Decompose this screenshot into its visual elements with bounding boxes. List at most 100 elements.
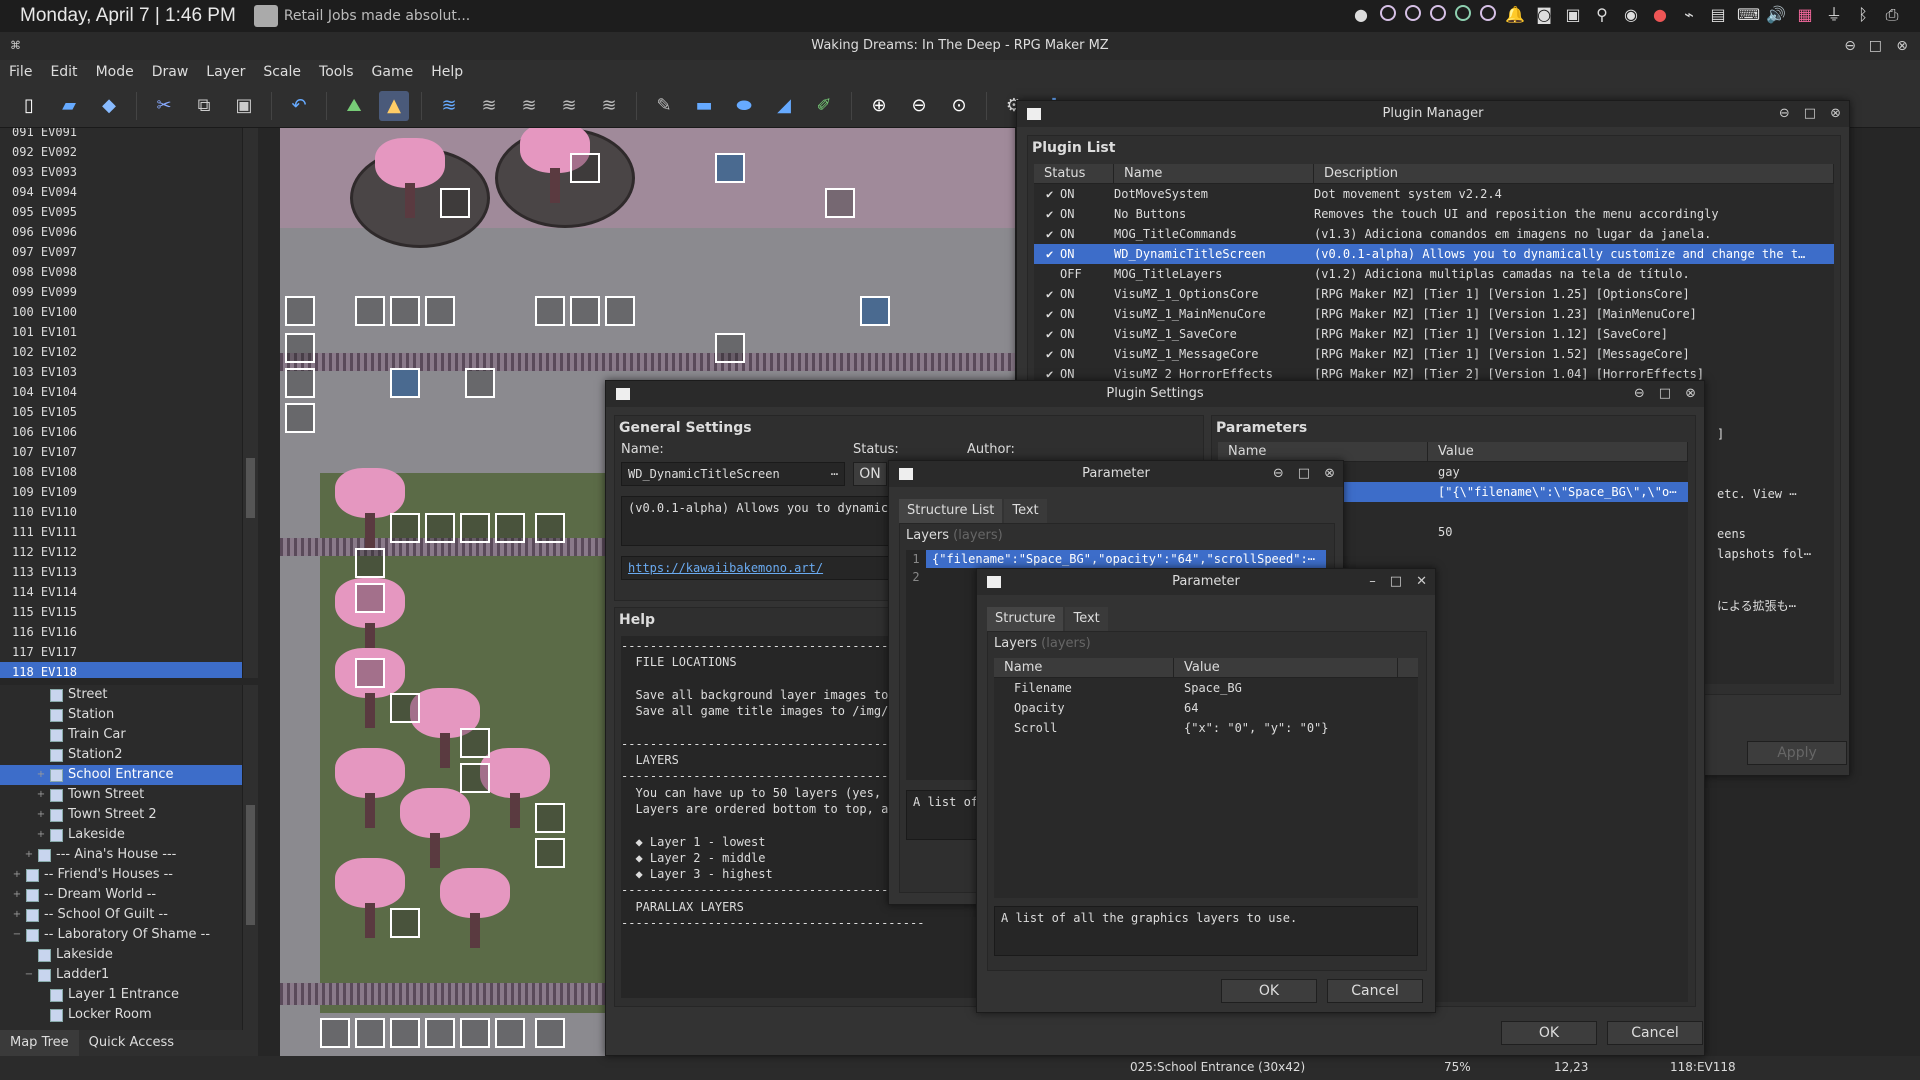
- bell-icon[interactable]: 🔔: [1505, 5, 1525, 25]
- map-event[interactable]: [355, 658, 385, 688]
- event-list-item[interactable]: 095 EV095: [0, 202, 258, 222]
- cancel-button[interactable]: Cancel: [1607, 1021, 1703, 1045]
- expand-toggle-icon[interactable]: +: [36, 825, 46, 845]
- volume-icon[interactable]: 🔊: [1766, 5, 1786, 25]
- map-tree-item[interactable]: Station: [0, 705, 258, 725]
- map-event[interactable]: [535, 838, 565, 868]
- menu-help[interactable]: Help: [422, 60, 472, 84]
- tab-map-tree[interactable]: Map Tree: [0, 1030, 79, 1056]
- map-event[interactable]: [355, 583, 385, 613]
- expand-toggle-icon[interactable]: +: [12, 905, 22, 925]
- map-tree-item[interactable]: + Lakeside: [0, 825, 258, 845]
- layer-d-icon[interactable]: ≋: [554, 91, 584, 121]
- maximize-icon[interactable]: □: [1659, 381, 1671, 407]
- map-event[interactable]: [570, 296, 600, 326]
- event-list-item[interactable]: 110 EV110: [0, 502, 258, 522]
- keyboard-icon[interactable]: ⌨: [1737, 5, 1760, 25]
- ok-button[interactable]: OK: [1501, 1021, 1597, 1045]
- map-tree-item[interactable]: + School Entrance: [0, 765, 258, 785]
- event-list-item[interactable]: 107 EV107: [0, 442, 258, 462]
- map-event[interactable]: [465, 368, 495, 398]
- close-icon[interactable]: ⊗: [1896, 32, 1908, 60]
- plugin-checkbox[interactable]: ✔: [1034, 184, 1060, 204]
- event-list-item[interactable]: 094 EV094: [0, 182, 258, 202]
- map-tree-item[interactable]: Layer 1 Entrance: [0, 985, 258, 1005]
- clock[interactable]: Monday, April 7 | 1:46 PM: [20, 5, 236, 27]
- minimize-icon[interactable]: –: [1369, 569, 1376, 595]
- save-project-icon[interactable]: ◆: [94, 91, 124, 121]
- menu-tools[interactable]: Tools: [310, 60, 363, 84]
- map-event[interactable]: [440, 188, 470, 218]
- map-event[interactable]: [460, 763, 490, 793]
- event-list-item[interactable]: 096 EV096: [0, 222, 258, 242]
- map-event[interactable]: [285, 403, 315, 433]
- map-tree-item[interactable]: + Town Street 2: [0, 805, 258, 825]
- event-list-item[interactable]: 109 EV109: [0, 482, 258, 502]
- menu-game[interactable]: Game: [363, 60, 423, 84]
- tab-structure-list[interactable]: Structure List: [899, 499, 1003, 523]
- plugin-checkbox[interactable]: ✔: [1034, 244, 1060, 264]
- event-list-item[interactable]: 104 EV104: [0, 382, 258, 402]
- map-event[interactable]: [460, 1018, 490, 1048]
- col-param-value[interactable]: Value: [1428, 442, 1688, 461]
- pencil-icon[interactable]: ✎: [649, 91, 679, 121]
- plugin-checkbox[interactable]: ✔: [1034, 224, 1060, 244]
- plugin-checkbox[interactable]: ✔: [1034, 284, 1060, 304]
- map-tree-item[interactable]: − -- Laboratory Of Shame --: [0, 925, 258, 945]
- tab-structure[interactable]: Structure: [987, 607, 1064, 631]
- printer-icon[interactable]: ⎙: [1882, 5, 1902, 25]
- copy-icon[interactable]: ⧉: [189, 91, 219, 121]
- workspace-3-icon[interactable]: [1430, 5, 1446, 21]
- layer-a-icon[interactable]: ≋: [434, 91, 464, 121]
- map-event[interactable]: [425, 296, 455, 326]
- undo-icon[interactable]: ↶: [284, 91, 314, 121]
- map-tree-item[interactable]: + -- School Of Guilt --: [0, 905, 258, 925]
- event-list-item[interactable]: 111 EV111: [0, 522, 258, 542]
- map-event[interactable]: [860, 296, 890, 326]
- map-event[interactable]: [320, 1018, 350, 1048]
- map-event[interactable]: [285, 368, 315, 398]
- map-event[interactable]: [495, 513, 525, 543]
- map-event[interactable]: [390, 1018, 420, 1048]
- game-icon[interactable]: ▣: [1563, 5, 1583, 25]
- close-icon[interactable]: ⊗: [1830, 101, 1841, 127]
- event-list-item[interactable]: 091 EV091: [0, 128, 258, 142]
- plugin-row[interactable]: ✔ ON No Buttons Removes the touch UI and re…: [1034, 204, 1834, 224]
- event-list-item[interactable]: 097 EV097: [0, 242, 258, 262]
- event-list-item[interactable]: 098 EV098: [0, 262, 258, 282]
- map-event[interactable]: [285, 296, 315, 326]
- col-param-name[interactable]: Name: [1218, 442, 1428, 461]
- zoom-in-icon[interactable]: ⊕: [864, 91, 894, 121]
- event-list-item[interactable]: 103 EV103: [0, 362, 258, 382]
- layer-line-1[interactable]: {"filename":"Space_BG","opacity":"64","s…: [926, 550, 1326, 568]
- col-description[interactable]: Description: [1314, 164, 1834, 183]
- map-tree-item[interactable]: Locker Room: [0, 1005, 258, 1025]
- new-project-icon[interactable]: ▯: [14, 91, 44, 121]
- col-status[interactable]: Status: [1034, 164, 1114, 183]
- fill-icon[interactable]: ◢: [769, 91, 799, 121]
- event-list-item[interactable]: 117 EV117: [0, 642, 258, 662]
- menu-scale[interactable]: Scale: [254, 60, 310, 84]
- workspace-5-icon[interactable]: [1480, 5, 1496, 21]
- event-list-item[interactable]: 092 EV092: [0, 142, 258, 162]
- map-event[interactable]: [390, 296, 420, 326]
- ellipse-icon[interactable]: ⬬: [729, 91, 759, 121]
- map-event[interactable]: [285, 333, 315, 363]
- expand-toggle-icon[interactable]: +: [12, 885, 22, 905]
- map-event[interactable]: [825, 188, 855, 218]
- event-mode-icon[interactable]: ▲: [379, 90, 409, 121]
- bluetooth-icon[interactable]: ᛒ: [1853, 5, 1873, 25]
- map-event[interactable]: [390, 513, 420, 543]
- drop-icon[interactable]: ●: [1351, 5, 1371, 25]
- close-icon[interactable]: ⊗: [1324, 461, 1335, 487]
- plugin-row[interactable]: ✔ ON DotMoveSystem Dot movement system v2.2…: [1034, 184, 1834, 204]
- map-tree-item[interactable]: + -- Friend's Houses --: [0, 865, 258, 885]
- plugin-checkbox[interactable]: ✔: [1034, 344, 1060, 364]
- notification[interactable]: Retail Jobs made absolut...: [253, 5, 470, 27]
- name-field[interactable]: WD_DynamicTitleScreen ⋯: [621, 462, 845, 486]
- col-struct-name[interactable]: Name: [994, 658, 1174, 677]
- tab-text[interactable]: Text: [1065, 607, 1108, 631]
- event-list-item[interactable]: 101 EV101: [0, 322, 258, 342]
- map-event[interactable]: [355, 548, 385, 578]
- col-name[interactable]: Name: [1114, 164, 1314, 183]
